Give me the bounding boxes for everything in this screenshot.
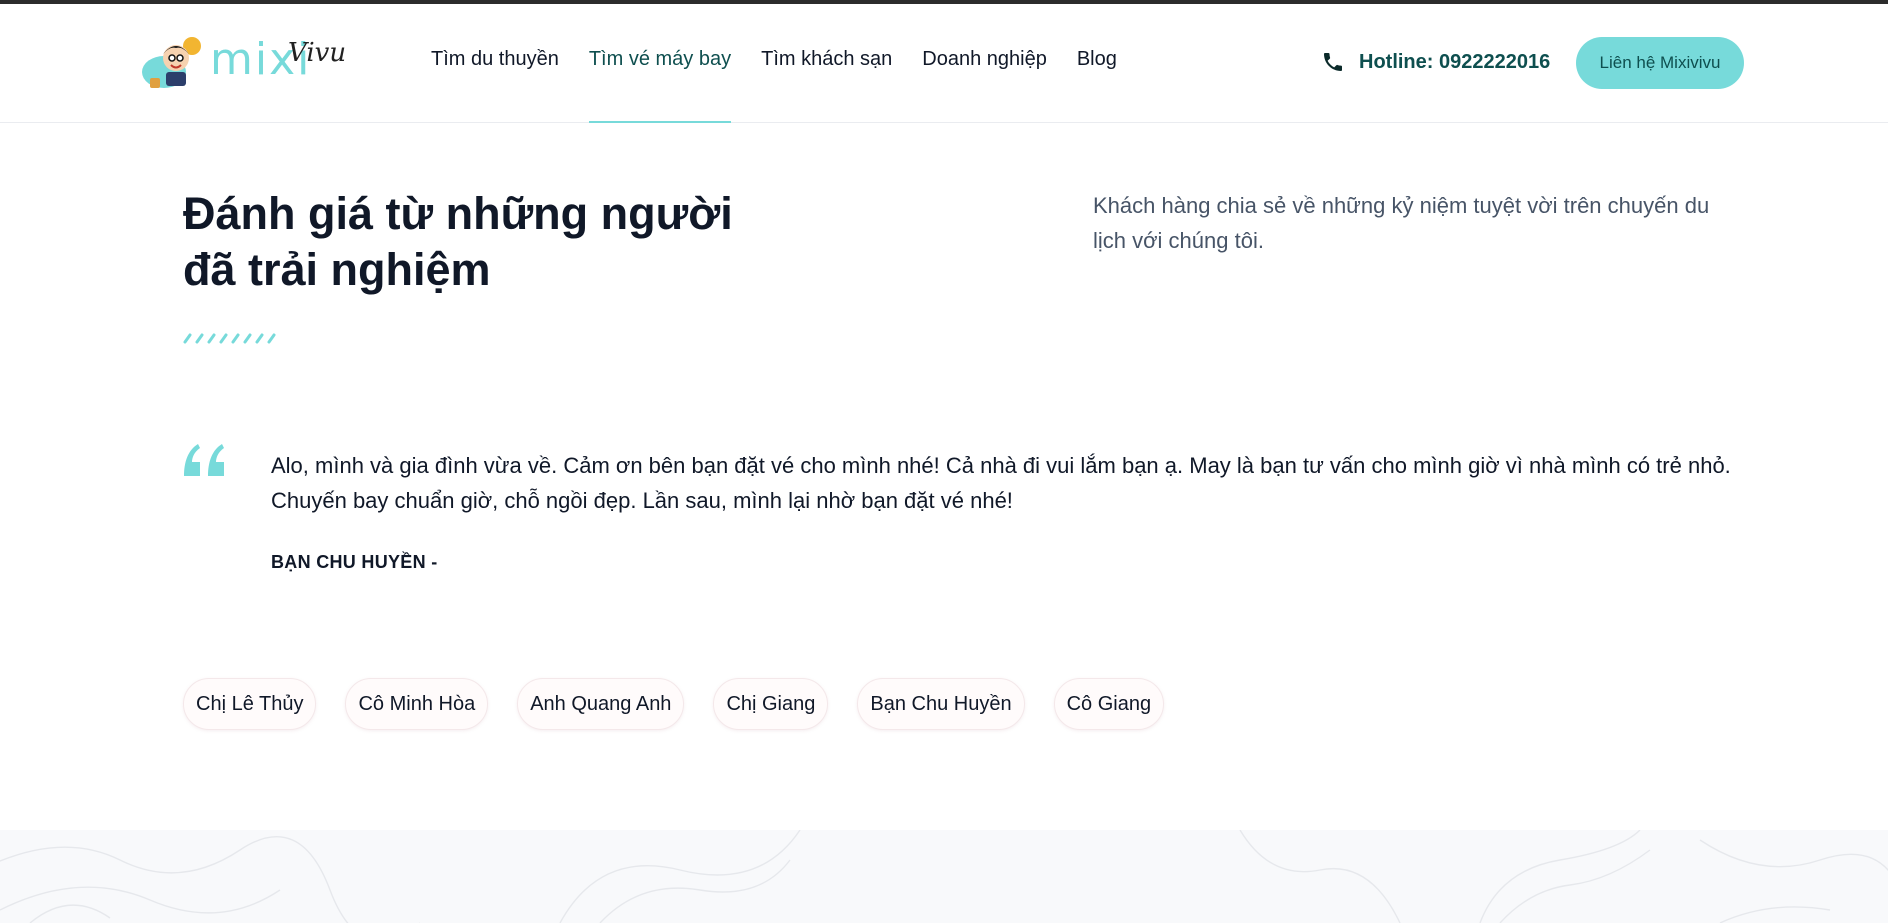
reviewer-chip[interactable]: Anh Quang Anh xyxy=(517,678,685,730)
reviewer-chip[interactable]: Chị Giang xyxy=(713,678,829,730)
hotline[interactable]: Hotline: 0922222016 xyxy=(1321,50,1550,74)
nav-item-business[interactable]: Doanh nghiệp xyxy=(922,4,1047,123)
logo[interactable]: mixi Vivu xyxy=(142,28,346,92)
nav-item-find-cruise[interactable]: Tìm du thuyền xyxy=(431,4,559,123)
main-nav: Tìm du thuyền Tìm vé máy bay Tìm khách s… xyxy=(431,4,1147,123)
contour-pattern xyxy=(0,830,1888,923)
reviewer-tabs: Chị Lê Thủy Cô Minh Hòa Anh Quang Anh Ch… xyxy=(183,678,1165,730)
reviewer-chip[interactable]: Chị Lê Thủy xyxy=(183,678,317,730)
mascot-icon xyxy=(142,37,201,88)
nav-item-blog[interactable]: Blog xyxy=(1077,4,1117,123)
topographic-background xyxy=(0,830,1888,923)
hotline-text: Hotline: 0922222016 xyxy=(1359,50,1551,73)
nav-item-find-hotel[interactable]: Tìm khách sạn xyxy=(761,4,892,123)
reviewer-chip[interactable]: Bạn Chu Huyền xyxy=(857,678,1025,730)
slash-divider-icon xyxy=(183,333,276,344)
nav-item-find-flight[interactable]: Tìm vé máy bay xyxy=(588,4,732,123)
section-subtitle: Khách hàng chia sẻ về những kỷ niệm tuyệ… xyxy=(1093,193,1710,253)
section-title: Đánh giá từ những người đã trải nghiệm xyxy=(183,188,733,295)
contact-button[interactable]: Liên hệ Mixivivu xyxy=(1576,37,1744,89)
reviewer-chip[interactable]: Cô Giang xyxy=(1053,678,1165,730)
testimonial-author: BẠN CHU HUYỀN - xyxy=(271,552,438,572)
phone-icon xyxy=(1324,53,1342,71)
logo-script: Vivu xyxy=(288,38,347,68)
quote-icon xyxy=(184,444,224,476)
site-header: mixi Vivu Tìm du thuyền Tìm vé máy bay T… xyxy=(0,4,1888,123)
testimonial-quote: Alo, mình và gia đình vừa về. Cảm ơn bên… xyxy=(271,453,1731,513)
reviewer-chip[interactable]: Cô Minh Hòa xyxy=(345,678,489,730)
